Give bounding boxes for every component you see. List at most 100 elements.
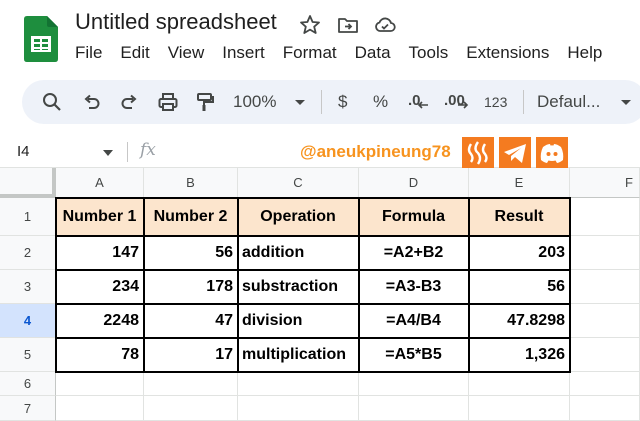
arrow-right-icon: [458, 101, 469, 109]
cell-d6[interactable]: [359, 372, 469, 396]
table-border: [55, 337, 571, 339]
row-header-1[interactable]: 1: [0, 198, 56, 236]
cloud-saved-icon[interactable]: [373, 13, 397, 37]
star-icon[interactable]: [298, 13, 322, 37]
cell-d2[interactable]: =A2+B2: [359, 236, 469, 270]
menu-format[interactable]: Format: [283, 43, 345, 63]
table-border: [143, 197, 145, 373]
cell-c2[interactable]: addition: [238, 236, 359, 270]
cell-b3[interactable]: 178: [144, 270, 238, 304]
redo-icon[interactable]: [117, 90, 141, 114]
formula-bar: I4 fx @aneukpineung78: [0, 136, 640, 169]
cell-f1[interactable]: [570, 198, 640, 236]
row-header-2[interactable]: 2: [0, 236, 56, 270]
menu-insert[interactable]: Insert: [222, 43, 273, 63]
cell-e3[interactable]: 56: [469, 270, 570, 304]
cell-b2[interactable]: 56: [144, 236, 238, 270]
toolbar-divider: [523, 90, 524, 114]
print-icon[interactable]: [156, 90, 180, 114]
menu-edit[interactable]: Edit: [120, 43, 157, 63]
column-header-f[interactable]: F: [570, 168, 640, 198]
cell-a1[interactable]: Number 1: [56, 198, 144, 236]
toolbar: 100% $ % .0 .00 123 Defaul...: [22, 80, 640, 124]
cell-f7[interactable]: [570, 396, 640, 421]
toolbar-divider: [321, 90, 322, 114]
menu-view[interactable]: View: [168, 43, 213, 63]
formula-divider: [127, 142, 128, 162]
column-header-b[interactable]: B: [144, 168, 238, 198]
cell-d1[interactable]: Formula: [359, 198, 469, 236]
select-all-corner[interactable]: [0, 168, 56, 198]
cell-a4[interactable]: 2248: [56, 304, 144, 338]
menu-file[interactable]: File: [75, 43, 110, 63]
row-header-3[interactable]: 3: [0, 270, 56, 304]
menu-tools[interactable]: Tools: [409, 43, 457, 63]
cell-b5[interactable]: 17: [144, 338, 238, 372]
cell-c1[interactable]: Operation: [238, 198, 359, 236]
cell-d5[interactable]: =A5*B5: [359, 338, 469, 372]
table-border: [468, 197, 470, 373]
cell-a5[interactable]: 78: [56, 338, 144, 372]
cell-e2[interactable]: 203: [469, 236, 570, 270]
chevron-down-icon[interactable]: [614, 90, 638, 114]
cell-d4[interactable]: =A4/B4: [359, 304, 469, 338]
cell-f4[interactable]: [570, 304, 640, 338]
cell-d7[interactable]: [359, 396, 469, 421]
document-title[interactable]: Untitled spreadsheet: [75, 9, 277, 35]
table-border: [55, 235, 571, 237]
watermark-handle: @aneukpineung78: [300, 142, 451, 161]
cell-e1[interactable]: Result: [469, 198, 570, 236]
undo-icon[interactable]: [80, 90, 104, 114]
column-header-d[interactable]: D: [359, 168, 469, 198]
table-border: [55, 269, 571, 271]
row-header-6[interactable]: 6: [0, 372, 56, 396]
cell-c7[interactable]: [238, 396, 359, 421]
cell-b6[interactable]: [144, 372, 238, 396]
cell-e6[interactable]: [469, 372, 570, 396]
row-header-5[interactable]: 5: [0, 338, 56, 372]
cell-b4[interactable]: 47: [144, 304, 238, 338]
chevron-down-icon[interactable]: [288, 90, 312, 114]
font-select[interactable]: Defaul...: [537, 92, 600, 112]
cell-f6[interactable]: [570, 372, 640, 396]
paint-format-icon[interactable]: [193, 90, 217, 114]
column-header-c[interactable]: C: [238, 168, 359, 198]
name-box[interactable]: I4: [17, 143, 30, 160]
cell-a3[interactable]: 234: [56, 270, 144, 304]
percent-format-button[interactable]: %: [373, 92, 388, 112]
cell-f5[interactable]: [570, 338, 640, 372]
currency-format-button[interactable]: $: [338, 92, 347, 112]
cell-e4[interactable]: 47.8298: [469, 304, 570, 338]
telegram-icon: [499, 137, 531, 169]
row-header-4[interactable]: 4: [0, 304, 56, 338]
menu-help[interactable]: Help: [567, 43, 610, 63]
column-header-e[interactable]: E: [469, 168, 570, 198]
cell-c3[interactable]: substraction: [238, 270, 359, 304]
cell-c5[interactable]: multiplication: [238, 338, 359, 372]
sheets-logo-icon: [24, 16, 58, 62]
table-border: [237, 197, 239, 373]
menu-extensions[interactable]: Extensions: [466, 43, 557, 63]
cell-a6[interactable]: [56, 372, 144, 396]
table-border: [358, 197, 360, 373]
zoom-select[interactable]: 100%: [233, 92, 276, 112]
search-menus-icon[interactable]: [40, 90, 64, 114]
cell-b1[interactable]: Number 2: [144, 198, 238, 236]
cell-b7[interactable]: [144, 396, 238, 421]
table-border: [55, 303, 571, 305]
cell-e7[interactable]: [469, 396, 570, 421]
column-header-a[interactable]: A: [56, 168, 144, 198]
cell-f2[interactable]: [570, 236, 640, 270]
cell-a2[interactable]: 147: [56, 236, 144, 270]
cell-a7[interactable]: [56, 396, 144, 421]
cell-c4[interactable]: division: [238, 304, 359, 338]
cell-e5[interactable]: 1,326: [469, 338, 570, 372]
cell-c6[interactable]: [238, 372, 359, 396]
cell-d3[interactable]: =A3-B3: [359, 270, 469, 304]
chevron-down-icon[interactable]: [103, 150, 113, 156]
more-formats-button[interactable]: 123: [484, 94, 507, 110]
menu-data[interactable]: Data: [355, 43, 399, 63]
row-header-7[interactable]: 7: [0, 396, 56, 421]
cell-f3[interactable]: [570, 270, 640, 304]
move-to-folder-icon[interactable]: [336, 13, 360, 37]
